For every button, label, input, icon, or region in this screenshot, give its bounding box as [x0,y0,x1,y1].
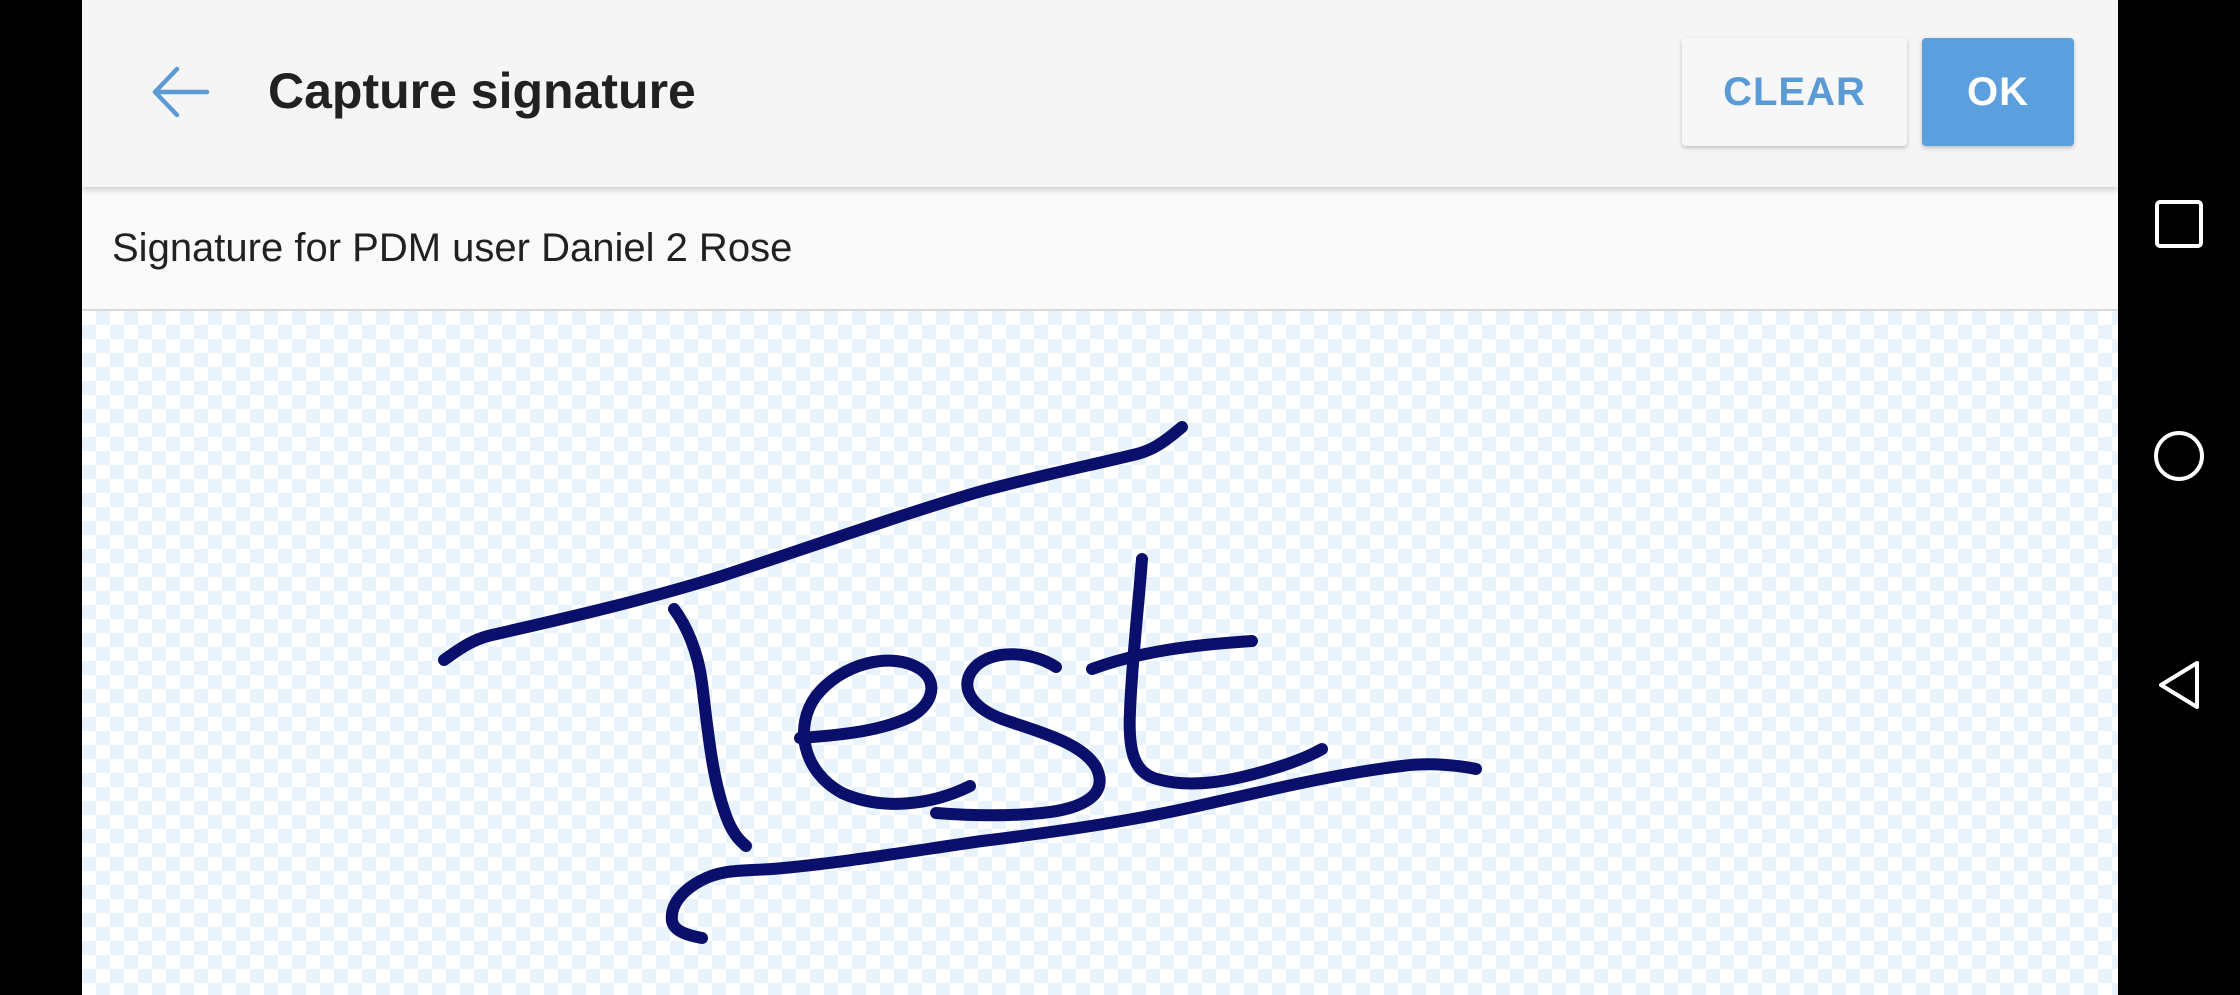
clear-button[interactable]: CLEAR [1682,38,1907,146]
left-screen-border [0,0,82,995]
signature-stroke [1086,635,1258,675]
signature-description: Signature for PDM user Daniel 2 Rose [112,226,793,270]
home-button[interactable] [2139,416,2219,496]
signature-stroke [1123,553,1328,790]
system-back-button[interactable] [2139,645,2219,725]
signature-stroke [438,421,1188,666]
circle-home-icon [2154,431,2204,481]
subtitle-row: Signature for PDM user Daniel 2 Rose [82,187,2118,311]
page-title: Capture signature [268,63,696,119]
signature-stroke [668,603,752,852]
signature-stroke [665,758,1482,944]
toolbar: Capture signature CLEAR OK [82,0,2118,187]
signature-ink [438,421,1482,944]
ok-button[interactable]: OK [1922,38,2074,146]
signature-pad[interactable] [82,311,2118,995]
recents-button[interactable] [2139,184,2219,264]
signature-stroke [794,654,976,810]
square-recents-icon [2155,200,2203,248]
arrow-left-icon [152,66,210,118]
app-screen: Capture signature CLEAR OK Signature for… [82,0,2118,995]
system-navigation-bar [2118,0,2240,995]
back-button[interactable] [140,52,220,132]
triangle-back-icon [2159,661,2199,709]
